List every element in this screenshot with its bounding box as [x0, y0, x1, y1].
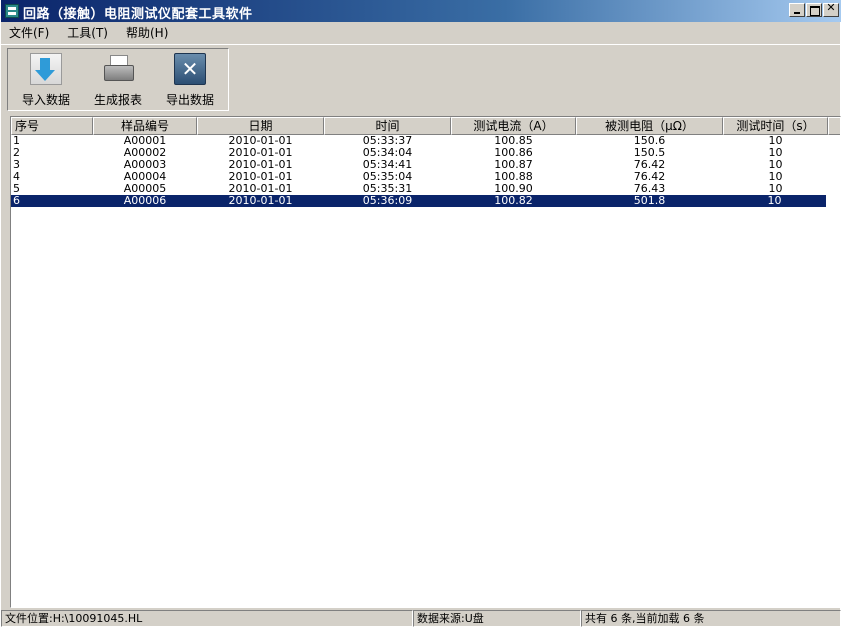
import-data-label: 导入数据 [21, 93, 70, 107]
table-header: 序号 样品编号 日期 时间 测试电流（A） 被测电阻（μΩ） 测试时间（s） [11, 117, 840, 135]
close-button[interactable]: ✕ [823, 1, 839, 17]
column-header-resistance[interactable]: 被测电阻（μΩ） [576, 117, 723, 135]
cell-time: 05:35:04 [362, 171, 413, 183]
cell-test-duration: 10 [768, 183, 783, 195]
table-row[interactable]: 4 A00004 2010-01-01 05:35:04 100.88 76.4… [11, 171, 840, 183]
import-data-button[interactable]: 导入数据 [12, 53, 80, 109]
cell-test-duration: 10 [768, 147, 783, 159]
column-header-index[interactable]: 序号 [11, 117, 93, 135]
status-file-location: 文件位置:H:\10091045.HL [1, 610, 413, 627]
cell-test-duration: 10 [768, 171, 783, 183]
minimize-button[interactable] [789, 3, 805, 17]
export-icon [174, 53, 206, 85]
column-header-filler [828, 117, 840, 135]
menu-bar: 文件(F) 工具(T) 帮助(H) [1, 22, 841, 42]
cell-test-current: 100.86 [494, 147, 533, 159]
cell-time: 05:36:09 [362, 195, 413, 207]
cell-date: 2010-01-01 [228, 183, 293, 195]
cell-time: 05:34:04 [362, 147, 413, 159]
cell-date: 2010-01-01 [228, 195, 293, 207]
cell-index: 1 [13, 135, 20, 147]
cell-resistance: 76.42 [633, 171, 666, 183]
cell-sample-id: A00002 [123, 147, 167, 159]
table-row[interactable]: 3 A00003 2010-01-01 05:34:41 100.87 76.4… [11, 159, 840, 171]
cell-index: 4 [13, 171, 20, 183]
cell-sample-id: A00004 [123, 171, 167, 183]
cell-resistance: 150.5 [633, 147, 666, 159]
menu-help[interactable]: 帮助(H) [126, 24, 168, 41]
cell-date: 2010-01-01 [228, 147, 293, 159]
window-title: 回路（接触）电阻测试仪配套工具软件 [23, 7, 253, 22]
table-row-selected[interactable]: 6 A00006 2010-01-01 05:36:09 100.82 501.… [11, 195, 826, 207]
cell-index: 5 [13, 183, 20, 195]
cell-sample-id: A00005 [123, 183, 167, 195]
column-header-test-duration[interactable]: 测试时间（s） [723, 117, 828, 135]
cell-resistance: 501.8 [633, 195, 666, 207]
export-data-label: 导出数据 [165, 93, 214, 107]
cell-time: 05:33:37 [362, 135, 413, 147]
cell-test-current: 100.88 [494, 171, 533, 183]
cell-resistance: 76.43 [633, 183, 666, 195]
cell-index: 2 [13, 147, 20, 159]
maximize-button[interactable] [806, 3, 822, 17]
table-body: 1 A00001 2010-01-01 05:33:37 100.85 150.… [11, 135, 840, 207]
cell-resistance: 150.6 [633, 135, 666, 147]
cell-test-current: 100.90 [494, 183, 533, 195]
data-table[interactable]: 序号 样品编号 日期 时间 测试电流（A） 被测电阻（μΩ） 测试时间（s） 1… [10, 116, 841, 608]
close-icon: ✕ [826, 1, 836, 14]
cell-test-duration: 10 [767, 195, 782, 207]
menu-file[interactable]: 文件(F) [9, 24, 49, 41]
cell-index: 6 [13, 195, 20, 207]
status-bar: 文件位置:H:\10091045.HL 数据来源:U盘 共有 6 条,当前加载 … [1, 610, 841, 627]
app-icon [5, 4, 19, 18]
cell-test-current: 100.82 [494, 195, 533, 207]
cell-test-current: 100.87 [494, 159, 533, 171]
status-data-source: 数据来源:U盘 [413, 610, 581, 627]
toolbar: 导入数据 生成报表 导出数据 [1, 44, 841, 114]
column-header-sample-id[interactable]: 样品编号 [93, 117, 197, 135]
column-header-test-current[interactable]: 测试电流（A） [451, 117, 576, 135]
cell-date: 2010-01-01 [228, 135, 293, 147]
printer-icon [102, 53, 134, 85]
cell-test-duration: 10 [768, 159, 783, 171]
column-header-time[interactable]: 时间 [324, 117, 451, 135]
status-record-count: 共有 6 条,当前加载 6 条 [581, 610, 841, 627]
cell-time: 05:35:31 [362, 183, 413, 195]
cell-test-current: 100.85 [494, 135, 533, 147]
cell-date: 2010-01-01 [228, 159, 293, 171]
generate-report-button[interactable]: 生成报表 [84, 53, 152, 109]
cell-index: 3 [13, 159, 20, 171]
window-controls: ✕ [789, 1, 839, 17]
cell-date: 2010-01-01 [228, 171, 293, 183]
app-window: 回路（接触）电阻测试仪配套工具软件 ✕ 文件(F) 工具(T) 帮助(H) 导入… [0, 0, 841, 627]
cell-time: 05:34:41 [362, 159, 413, 171]
table-row[interactable]: 5 A00005 2010-01-01 05:35:31 100.90 76.4… [11, 183, 840, 195]
generate-report-label: 生成报表 [93, 93, 142, 107]
menu-tools[interactable]: 工具(T) [67, 24, 108, 41]
cell-sample-id: A00003 [123, 159, 167, 171]
cell-sample-id: A00001 [123, 135, 167, 147]
title-bar[interactable]: 回路（接触）电阻测试仪配套工具软件 ✕ [1, 0, 841, 22]
table-row[interactable]: 2 A00002 2010-01-01 05:34:04 100.86 150.… [11, 147, 840, 159]
cell-resistance: 76.42 [633, 159, 666, 171]
cell-sample-id: A00006 [123, 195, 167, 207]
column-header-date[interactable]: 日期 [197, 117, 324, 135]
table-row[interactable]: 1 A00001 2010-01-01 05:33:37 100.85 150.… [11, 135, 840, 147]
export-data-button[interactable]: 导出数据 [156, 53, 224, 109]
toolbar-panel: 导入数据 生成报表 导出数据 [7, 48, 229, 111]
import-icon [30, 53, 62, 85]
cell-test-duration: 10 [768, 135, 783, 147]
